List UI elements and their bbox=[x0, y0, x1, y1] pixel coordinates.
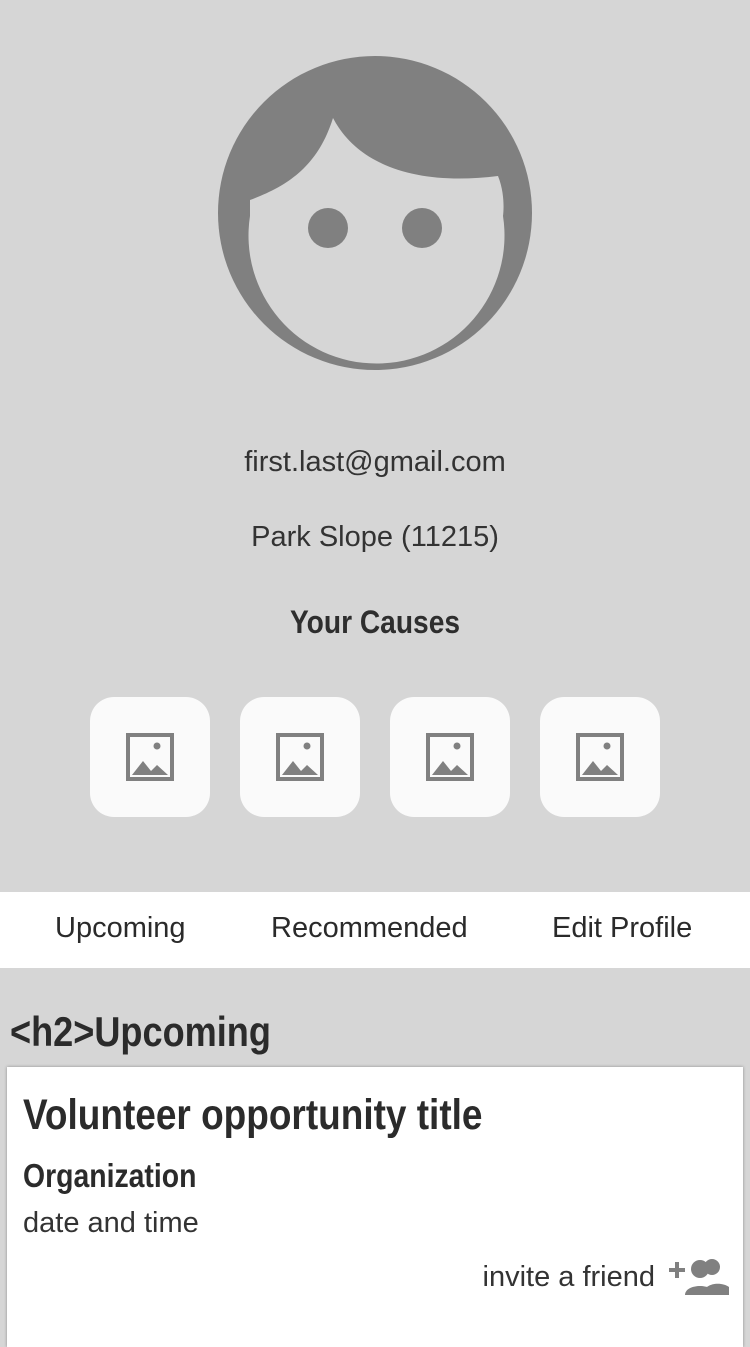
add-friend-icon bbox=[669, 1259, 729, 1295]
tab-edit-profile[interactable]: Edit Profile bbox=[552, 912, 692, 945]
opportunity-card[interactable]: Volunteer opportunity title Organization… bbox=[7, 1067, 743, 1347]
opportunity-title: Volunteer opportunity title bbox=[23, 1091, 483, 1139]
tab-recommended[interactable]: Recommended bbox=[271, 912, 468, 945]
section-heading: <h2>Upcoming bbox=[10, 1008, 271, 1055]
cause-item[interactable] bbox=[390, 697, 510, 817]
face-icon[interactable] bbox=[218, 56, 532, 370]
cause-item[interactable] bbox=[540, 697, 660, 817]
tab-bar: Upcoming Recommended Edit Profile bbox=[0, 892, 750, 968]
opportunity-date: date and time bbox=[23, 1207, 199, 1239]
image-placeholder-icon bbox=[276, 733, 324, 781]
image-placeholder-icon bbox=[426, 733, 474, 781]
profile-header: first.last@gmail.com Park Slope (11215) … bbox=[0, 0, 750, 892]
user-email: first.last@gmail.com bbox=[244, 446, 506, 478]
user-location: Park Slope (11215) bbox=[251, 521, 499, 553]
cause-item[interactable] bbox=[90, 697, 210, 817]
image-placeholder-icon bbox=[576, 733, 624, 781]
image-placeholder-icon bbox=[126, 733, 174, 781]
tab-upcoming[interactable]: Upcoming bbox=[55, 912, 186, 945]
cause-item[interactable] bbox=[240, 697, 360, 817]
causes-heading: Your Causes bbox=[289, 604, 461, 640]
invite-friend-button[interactable]: invite a friend bbox=[483, 1257, 732, 1297]
invite-friend-label: invite a friend bbox=[482, 1260, 656, 1293]
opportunity-organization: Organization bbox=[23, 1157, 197, 1194]
causes-list bbox=[90, 697, 660, 817]
